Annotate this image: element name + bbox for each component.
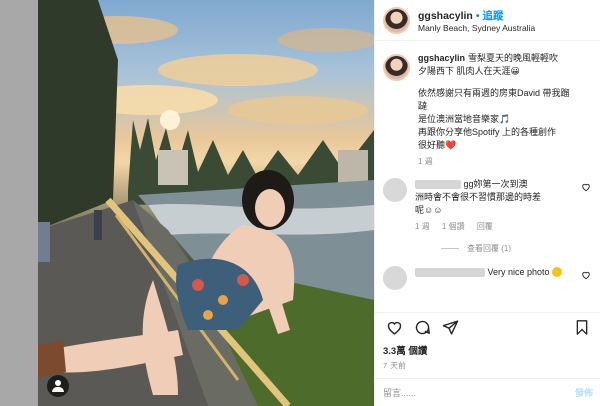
caption-line-5: 是位澳洲當地音樂家🎵 [418, 114, 511, 125]
comment-text-line-2: 洲時會不會很不習慣那邊的時差 [415, 191, 542, 202]
caption-line-7: 很好聽❤️ [418, 140, 457, 151]
post-photo[interactable] [38, 0, 374, 406]
comment-likes[interactable]: 1 個讚 [442, 222, 465, 231]
comment-icon[interactable] [411, 317, 433, 339]
post-card: ggshacylin • 追蹤 Manly Beach, Sydney Austr… [38, 0, 600, 406]
blurred-username [415, 180, 461, 190]
caption-username[interactable]: ggshacylin [418, 53, 465, 63]
bookmark-icon[interactable] [571, 317, 593, 339]
author-avatar[interactable] [383, 6, 410, 34]
comment-item: Very nice photo [383, 265, 593, 290]
post-actions [375, 312, 600, 342]
commenter-avatar[interactable] [383, 265, 407, 290]
post-header: ggshacylin • 追蹤 Manly Beach, Sydney Austr… [375, 0, 600, 41]
post-comment-button[interactable]: 發佈 [575, 386, 593, 399]
comment-text-line-1: gg妳第一次到澳 [463, 178, 528, 189]
share-icon[interactable] [439, 317, 461, 339]
comment-item: gg妳第一次到澳 洲時會不會很不習慣那邊的時差 呢☺☺ 1 週 1 個讚 回覆 [383, 177, 593, 233]
blurred-username [415, 267, 485, 277]
comment-text: Very nice photo [487, 266, 550, 277]
photo-scene [38, 0, 374, 406]
caption-line-3: 依然感謝只有兩週的房東David 帶我蹓 [418, 88, 570, 99]
comment-body: gg妳第一次到澳 洲時會不會很不習慣那邊的時差 呢☺☺ 1 週 1 個讚 回覆 [415, 178, 575, 233]
post-side-panel: ggshacylin • 追蹤 Manly Beach, Sydney Austr… [374, 0, 600, 406]
comment-text-line-3: 呢☺☺ [415, 205, 443, 216]
comment-reply-button[interactable]: 回覆 [477, 222, 493, 231]
caption-time: 1 週 [418, 157, 433, 167]
comment-body: Very nice photo [415, 266, 575, 290]
post-time: 7 天前 [383, 361, 407, 370]
commenter-avatar[interactable] [383, 177, 407, 202]
add-comment-bar: 留言...... 發佈 [375, 378, 600, 406]
comment-like-icon[interactable] [581, 270, 591, 282]
thumbs-up-icon [552, 267, 563, 278]
header-text: ggshacylin • 追蹤 Manly Beach, Sydney Austr… [418, 6, 535, 34]
author-username[interactable]: ggshacylin [418, 10, 473, 22]
caption-avatar[interactable] [383, 54, 410, 81]
comment-time: 1 週 [415, 222, 430, 232]
comment-like-icon[interactable] [581, 182, 591, 194]
caption-line-6: 再跟你分享他Spotify 上的各種創作 [418, 127, 557, 138]
view-replies-link[interactable]: 查看回覆 (1) [441, 243, 593, 254]
comment-meta: 1 週 1 個讚 回覆 [415, 221, 575, 233]
caption-line-2: 夕陽西下 肌肉人在天涯😀 [418, 66, 520, 77]
add-comment-input[interactable]: 留言...... [383, 386, 575, 399]
follow-button[interactable]: • 追蹤 [476, 10, 504, 22]
like-count[interactable]: 3.3萬 個讚 [383, 343, 427, 357]
caption-body: ggshacylin 雪梨夏天的晚風輕輕吹 夕陽西下 肌肉人在天涯😀 依然感謝只有… [418, 52, 570, 168]
like-icon[interactable] [383, 317, 405, 339]
post-caption: ggshacylin 雪梨夏天的晚風輕輕吹 夕陽西下 肌肉人在天涯😀 依然感謝只有… [383, 52, 593, 168]
caption-line-1: 雪梨夏天的晚風輕輕吹 [468, 53, 559, 63]
caption-line-4: 躂 [418, 101, 428, 112]
comments-section[interactable]: ggshacylin 雪梨夏天的晚風輕輕吹 夕陽西下 肌肉人在天涯😀 依然感謝只有… [375, 42, 600, 312]
tagged-user-icon[interactable] [47, 375, 69, 397]
location-link[interactable]: Manly Beach, Sydney Australia [418, 24, 535, 34]
